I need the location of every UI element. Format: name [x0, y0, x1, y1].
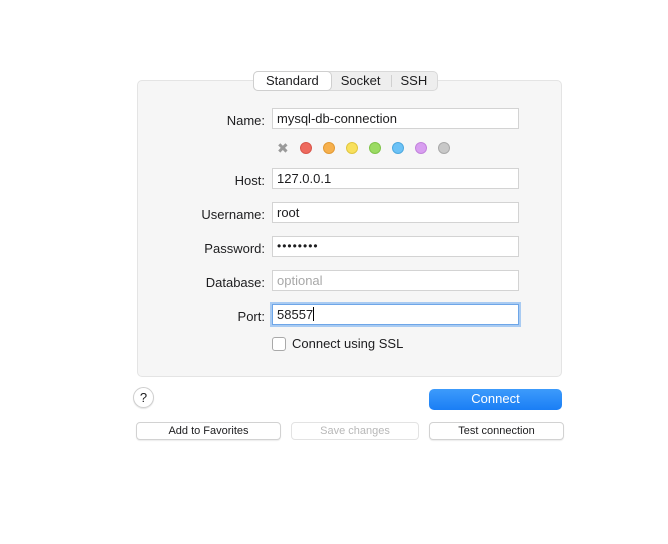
tab-ssh[interactable]: SSH	[390, 72, 438, 90]
swatch-yellow[interactable]	[346, 142, 358, 154]
username-field[interactable]: root	[272, 202, 519, 223]
connect-button[interactable]: Connect	[429, 389, 562, 410]
swatch-orange[interactable]	[323, 142, 335, 154]
swatch-green[interactable]	[369, 142, 381, 154]
port-label: Port:	[237, 309, 265, 324]
swatch-blue[interactable]	[392, 142, 404, 154]
name-label: Name:	[226, 113, 265, 128]
swatch-purple[interactable]	[415, 142, 427, 154]
connection-dialog: Standard Socket SSH Name: mysql-db-conne…	[0, 0, 668, 544]
ssl-label[interactable]: Connect using SSL	[292, 336, 403, 352]
port-field[interactable]: 58557	[272, 304, 519, 325]
port-value: 58557	[277, 307, 314, 322]
database-label: Database:	[205, 275, 265, 290]
ssl-checkbox[interactable]	[272, 337, 286, 351]
swatch-gray[interactable]	[438, 142, 450, 154]
no-color-icon[interactable]: ✖	[277, 140, 289, 156]
database-field[interactable]: optional	[272, 270, 519, 291]
help-button[interactable]: ?	[133, 387, 154, 408]
swatch-red[interactable]	[300, 142, 312, 154]
password-field[interactable]: ••••••••	[272, 236, 519, 257]
password-label: Password:	[204, 241, 265, 256]
username-label: Username:	[201, 207, 265, 222]
host-field[interactable]: 127.0.0.1	[272, 168, 519, 189]
text-caret	[313, 307, 315, 321]
tab-socket[interactable]: Socket	[331, 72, 391, 90]
test-connection-button[interactable]: Test connection	[429, 422, 564, 440]
save-changes-button[interactable]: Save changes	[291, 422, 419, 440]
connection-type-tabs: Standard Socket SSH	[253, 71, 439, 91]
host-label: Host:	[234, 173, 265, 188]
name-field[interactable]: mysql-db-connection	[272, 108, 519, 129]
add-to-favorites-button[interactable]: Add to Favorites	[136, 422, 281, 440]
tab-standard[interactable]: Standard	[254, 72, 331, 90]
